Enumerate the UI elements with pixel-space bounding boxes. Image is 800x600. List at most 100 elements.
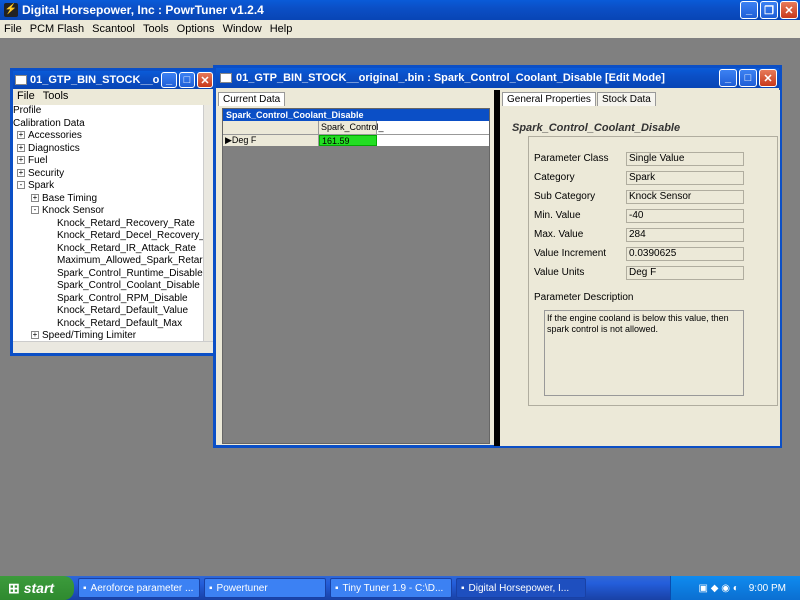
prop-label: Value Units: [534, 267, 585, 278]
system-tray: ▣ ◆ ◉ ◐ 9:00 PM: [670, 576, 800, 600]
taskbar-button[interactable]: ▪ Digital Horsepower, I...: [456, 578, 586, 598]
grid-cell-value[interactable]: 161.59: [319, 135, 377, 146]
collapse-icon[interactable]: -: [17, 181, 25, 190]
expand-icon[interactable]: +: [17, 143, 25, 152]
tree-item[interactable]: - Knock Sensor: [13, 205, 205, 218]
tree-item[interactable]: - Spark: [13, 180, 205, 193]
tree-close-button[interactable]: ✕: [197, 72, 213, 88]
tree-vertical-scrollbar[interactable]: [203, 105, 213, 343]
start-button[interactable]: ⊞ start: [0, 576, 74, 600]
prop-value: Knock Sensor: [626, 190, 744, 204]
prop-value: 0.0390625: [626, 247, 744, 261]
maximize-button[interactable]: ❐: [760, 1, 778, 19]
menu-options[interactable]: Options: [173, 23, 219, 35]
task-label: Digital Horsepower, I...: [468, 582, 570, 594]
tree-item[interactable]: + Security: [13, 168, 205, 181]
tree-item[interactable]: Knock_Retard_IR_Attack_Rate: [13, 243, 205, 256]
expand-icon[interactable]: +: [17, 131, 25, 140]
menu-pcm-flash[interactable]: PCM Flash: [26, 23, 88, 35]
tree-item-label: Spark: [28, 180, 55, 191]
prop-label: Max. Value: [534, 229, 584, 240]
tree-item-label: Knock_Retard_Recovery_Rate: [57, 217, 195, 229]
prop-label: Sub Category: [534, 191, 596, 202]
tree-maximize-button[interactable]: □: [179, 72, 195, 88]
tree-item-label: Calibration Data: [13, 117, 85, 129]
task-icon: ▪: [461, 582, 465, 594]
close-button[interactable]: ✕: [780, 1, 798, 19]
tree-item[interactable]: Spark_Control_RPM_Disable: [13, 293, 205, 306]
tab-general-properties[interactable]: General Properties: [502, 92, 596, 106]
tree-item[interactable]: + Fuel: [13, 155, 205, 168]
tree-item[interactable]: Knock_Retard_Default_Max: [13, 318, 205, 331]
edit-minimize-button[interactable]: _: [719, 69, 737, 87]
taskbar-button[interactable]: ▪ Powertuner: [204, 578, 326, 598]
tray-icons: ▣ ◆ ◉ ◐: [698, 582, 739, 594]
tree-item[interactable]: Knock_Retard_Decel_Recovery_Rate: [13, 230, 205, 243]
tree-item-label: Maximum_Allowed_Spark_Retard: [57, 255, 205, 266]
data-grid: Spark_Control_Coolant_Disable Spark_Cont…: [222, 108, 490, 444]
minimize-button[interactable]: _: [740, 1, 758, 19]
windows-logo-icon: ⊞: [8, 579, 20, 596]
param-title: Spark_Control_Coolant_Disable: [512, 122, 681, 134]
prop-value: Single Value: [626, 152, 744, 166]
expand-icon[interactable]: +: [31, 331, 39, 340]
tree-item-label: Security: [28, 167, 65, 179]
tree-item-label: Accessories: [28, 130, 82, 141]
tree-window-title-bar: 01_GTP_BIN_STOCK__or... _ □ ✕: [13, 71, 213, 89]
tree-item[interactable]: Maximum_Allowed_Spark_Retard: [13, 255, 205, 268]
menu-window[interactable]: Window: [219, 23, 266, 35]
taskbar-button[interactable]: ▪ Aeroforce parameter ...: [78, 578, 200, 598]
tree-window: 01_GTP_BIN_STOCK__or... _ □ ✕ File Tools …: [10, 68, 216, 356]
prop-value: Deg F: [626, 266, 744, 280]
main-menu-bar: File PCM Flash Scantool Tools Options Window H…: [0, 20, 800, 38]
clock: 9:00 PM: [748, 582, 786, 594]
prop-label: Min. Value: [534, 210, 581, 221]
tree-item[interactable]: Spark_Control_Coolant_Disable: [13, 280, 205, 293]
prop-value: -40: [626, 209, 744, 223]
tree-menu-bar: File Tools: [13, 89, 213, 103]
task-label: Aeroforce parameter ...: [90, 582, 194, 594]
tree-item-label: Spark_Control_Runtime_Disable: [57, 267, 203, 279]
tree-menu-tools[interactable]: Tools: [39, 90, 73, 102]
calibration-tree[interactable]: Profile Calibration Data + Accessories + Diag…: [13, 105, 205, 343]
menu-file[interactable]: File: [0, 23, 26, 35]
tree-item[interactable]: + Diagnostics: [13, 143, 205, 156]
task-icon: ▪: [83, 582, 87, 594]
tab-current-data[interactable]: Current Data: [218, 92, 286, 106]
edit-window: 01_GTP_BIN_STOCK__original_.bin : Spark_…: [213, 65, 782, 448]
prop-value: Spark: [626, 171, 744, 185]
task-label: Tiny Tuner 1.9 - C:\D...: [342, 582, 444, 594]
menu-tools[interactable]: Tools: [139, 23, 173, 35]
tree-minimize-button[interactable]: _: [161, 72, 177, 88]
task-label: Powertuner: [216, 582, 268, 594]
collapse-icon[interactable]: -: [31, 206, 39, 215]
tree-item[interactable]: Profile: [13, 105, 205, 118]
tree-item-label: Knock Sensor: [42, 205, 105, 216]
tree-item[interactable]: + Base Timing: [13, 193, 205, 206]
expand-icon[interactable]: +: [17, 168, 25, 177]
tree-item-label: Knock_Retard_Decel_Recovery_Rate: [57, 230, 205, 241]
taskbar: ⊞ start ▪ Aeroforce parameter ... ▪ Powertun…: [0, 576, 800, 600]
edit-close-button[interactable]: ✕: [759, 69, 777, 87]
tree-menu-file[interactable]: File: [13, 90, 39, 102]
tree-horizontal-scrollbar[interactable]: [13, 341, 213, 353]
tree-item[interactable]: Spark_Control_Runtime_Disable: [13, 268, 205, 281]
edit-maximize-button[interactable]: □: [739, 69, 757, 87]
tree-item[interactable]: + Accessories: [13, 130, 205, 143]
tree-item[interactable]: Knock_Retard_Default_Value: [13, 305, 205, 318]
tree-item[interactable]: Knock_Retard_Recovery_Rate: [13, 218, 205, 231]
app-icon: ⚡: [4, 3, 18, 17]
expand-icon[interactable]: +: [17, 156, 25, 165]
tree-item-label: Diagnostics: [28, 142, 80, 154]
tree-item[interactable]: Calibration Data: [13, 118, 205, 131]
prop-value: 284: [626, 228, 744, 242]
expand-icon[interactable]: +: [31, 193, 39, 202]
menu-help[interactable]: Help: [266, 23, 297, 35]
app-title: Digital Horsepower, Inc : PowrTuner v1.2…: [22, 3, 264, 17]
main-title-bar: ⚡ Digital Horsepower, Inc : PowrTuner v1…: [0, 0, 800, 20]
row-pointer-icon: ▶: [225, 135, 232, 145]
taskbar-button[interactable]: ▪ Tiny Tuner 1.9 - C:\D...: [330, 578, 452, 598]
menu-scantool[interactable]: Scantool: [88, 23, 139, 35]
tab-stock-data[interactable]: Stock Data: [596, 92, 656, 106]
tree-item-label: Fuel: [28, 155, 48, 166]
